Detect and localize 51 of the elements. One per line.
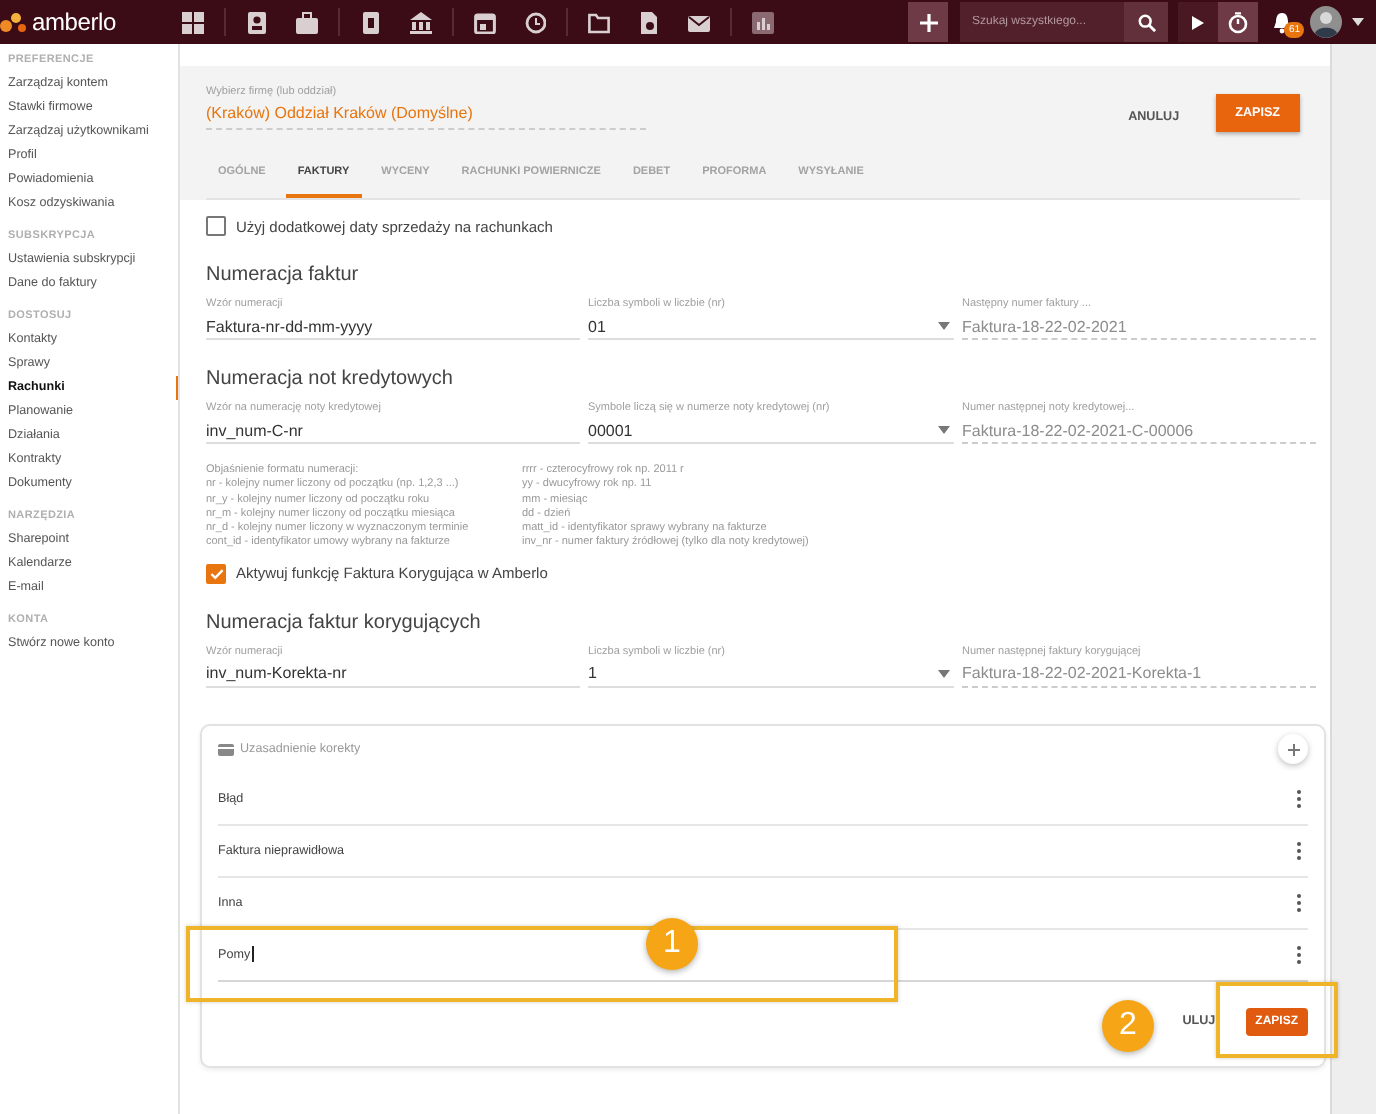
text-field[interactable]: inv_num-C-nr <box>206 418 580 444</box>
mail-icon[interactable] <box>688 11 710 33</box>
briefcase-icon[interactable] <box>296 11 318 33</box>
more-icon[interactable] <box>1296 893 1302 912</box>
readonly-field: Faktura-18-22-02-2021 <box>962 314 1316 340</box>
caret-icon <box>938 669 950 678</box>
history-icon[interactable] <box>524 11 546 33</box>
readonly-field: Faktura-18-22-02-2021-Korekta-1 <box>962 661 1316 688</box>
search-icon <box>1137 13 1155 31</box>
folder-icon[interactable] <box>588 11 610 33</box>
step-marker: 1 <box>646 917 698 970</box>
text-field[interactable]: Faktura-nr-dd-mm-yyyy <box>206 314 580 340</box>
highlight-frame <box>1216 981 1338 1058</box>
grid-icon[interactable] <box>182 11 204 33</box>
section-heading: Numeracja faktur korygujących <box>206 611 483 634</box>
caret-icon <box>938 322 950 330</box>
caret-icon <box>938 426 950 434</box>
section-heading: Numeracja faktur <box>206 264 361 286</box>
checkbox[interactable] <box>206 563 226 584</box>
add-button[interactable] <box>1278 734 1308 765</box>
search-button[interactable] <box>1124 2 1168 42</box>
bank-icon[interactable] <box>410 11 432 33</box>
timer-button[interactable] <box>1218 2 1258 42</box>
card-icon <box>218 743 234 756</box>
chart-icon[interactable] <box>752 11 774 33</box>
readonly-field: Faktura-18-22-02-2021-C-00006 <box>962 418 1316 444</box>
file-icon[interactable] <box>638 11 660 33</box>
checkmark-icon <box>209 567 223 580</box>
select-field[interactable]: 1 <box>588 661 954 688</box>
calendar-icon[interactable] <box>474 11 496 33</box>
select-field[interactable]: 01 <box>588 314 954 340</box>
more-icon[interactable] <box>1296 945 1302 964</box>
scrollbar[interactable] <box>1330 44 1376 1114</box>
stopwatch-icon <box>1228 11 1248 33</box>
logo-text[interactable]: amberlo <box>32 8 116 36</box>
contact-card-icon[interactable] <box>246 11 268 33</box>
plus-icon <box>919 13 937 31</box>
add-button[interactable] <box>908 2 948 42</box>
text-field[interactable]: inv_num-Korekta-nr <box>206 661 580 688</box>
step-marker: 2 <box>1102 999 1154 1052</box>
logo-icon <box>0 10 28 34</box>
play-icon <box>1192 15 1204 29</box>
checkbox[interactable] <box>206 216 226 236</box>
plus-icon <box>1287 743 1299 756</box>
document-icon[interactable] <box>360 11 382 33</box>
more-icon[interactable] <box>1296 841 1302 860</box>
avatar[interactable] <box>1310 6 1342 38</box>
select-field[interactable]: 00001 <box>588 418 954 444</box>
section-heading: Numeracja not kredytowych <box>206 368 455 390</box>
caret-icon[interactable] <box>1352 18 1364 26</box>
more-icon[interactable] <box>1296 789 1302 808</box>
